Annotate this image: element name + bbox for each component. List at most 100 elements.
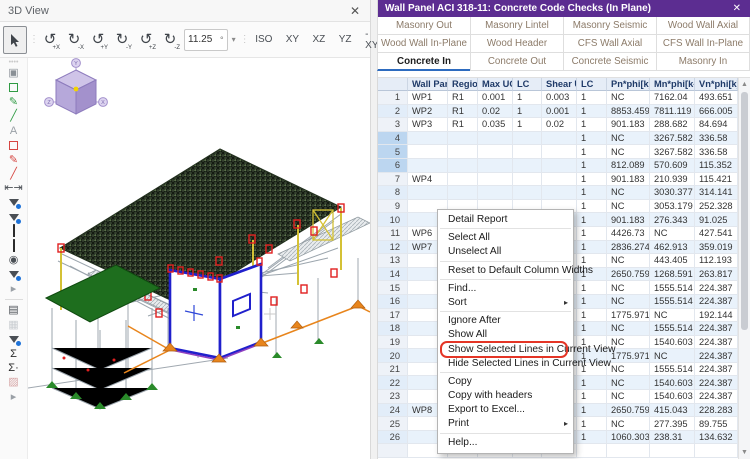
column-header[interactable]: Pn*phi[k] bbox=[607, 78, 650, 91]
menu-item-export-to-excel-[interactable]: Export to Excel... bbox=[438, 403, 573, 417]
rotate-plus-z-button[interactable]: ↺ +Z bbox=[134, 26, 158, 54]
rotate-plus-x-button[interactable]: ↺ +X bbox=[38, 26, 62, 54]
expand-more2-icon[interactable]: ▸ bbox=[3, 390, 25, 404]
edit-box-red-icon[interactable]: ✎ bbox=[3, 152, 25, 166]
dimension-icon[interactable]: ⇤⇥ bbox=[3, 181, 25, 195]
menu-item-copy[interactable]: Copy bbox=[438, 375, 573, 389]
menu-item-copy-with-headers[interactable]: Copy with headers bbox=[438, 389, 573, 403]
table-cell bbox=[607, 444, 650, 458]
3d-model-canvas[interactable]: Y X Z bbox=[28, 58, 370, 459]
table-cell: 115.352 bbox=[695, 159, 738, 173]
selection-criteria-gear-icon[interactable] bbox=[3, 196, 25, 210]
view-button-iso[interactable]: ISO bbox=[249, 26, 279, 54]
tab-masonry-out[interactable]: Masonry Out bbox=[377, 17, 471, 35]
menu-separator bbox=[440, 261, 571, 263]
table-row[interactable]: 51NC3267.582336.58 bbox=[378, 145, 750, 159]
rotate-minus-x-button[interactable]: ↻ -X bbox=[62, 26, 86, 54]
draw-member-green-icon[interactable]: ╱ bbox=[3, 109, 25, 123]
grid-disabled-icon[interactable]: ▦ bbox=[3, 318, 25, 332]
tab-wood-header[interactable]: Wood Header bbox=[470, 35, 564, 53]
column-header[interactable]: LC bbox=[513, 78, 542, 91]
table-row[interactable]: 2WP2R10.0210.00118853.4597811.119666.005 bbox=[378, 105, 750, 119]
view-button-xz[interactable]: XZ bbox=[306, 26, 332, 54]
view-button-yz[interactable]: YZ bbox=[332, 26, 358, 54]
spreadsheet-icon[interactable]: ▤ bbox=[3, 303, 25, 317]
table-cell: 1268.591 bbox=[650, 268, 695, 282]
menu-item-detail-report[interactable]: Detail Report bbox=[438, 213, 573, 227]
toolbar-grip: ⋮ bbox=[240, 35, 247, 44]
tab-concrete-seismic[interactable]: Concrete Seismic bbox=[563, 53, 657, 71]
table-row[interactable]: 1WP1R10.00110.0031NC7162.04493.651 bbox=[378, 91, 750, 105]
rotate-plus-y-button[interactable]: ↺ +Y bbox=[86, 26, 110, 54]
pointer-tool-button[interactable] bbox=[3, 26, 27, 54]
sum-badge-icon[interactable]: Σ· bbox=[3, 361, 25, 375]
column-header[interactable] bbox=[378, 78, 408, 91]
table-row[interactable]: 81NC3030.377314.141 bbox=[378, 186, 750, 200]
vertical-scrollbar[interactable]: ▲ ▼ bbox=[738, 78, 750, 459]
table-cell: 288.682 bbox=[650, 118, 695, 132]
tab-concrete-in[interactable]: Concrete In bbox=[377, 53, 471, 71]
scroll-up-icon[interactable]: ▲ bbox=[739, 79, 750, 90]
menu-item-select-all[interactable]: Select All bbox=[438, 231, 573, 245]
table-cell: 4426.73 bbox=[607, 227, 650, 241]
rotation-angle-input[interactable] bbox=[188, 34, 220, 45]
column-header[interactable]: Mn*phi[k-ft] bbox=[650, 78, 695, 91]
visibility-eye-icon[interactable]: ◉ bbox=[3, 253, 25, 267]
panel-frame-icon[interactable]: ▣ bbox=[3, 66, 25, 80]
results-filter-icon[interactable] bbox=[3, 332, 25, 346]
label-icon[interactable]: A bbox=[3, 124, 25, 138]
lock-icon[interactable] bbox=[3, 224, 25, 238]
tab-cfs-wall-axial[interactable]: CFS Wall Axial bbox=[563, 35, 657, 53]
view-cube-icon[interactable]: Y X Z bbox=[45, 59, 108, 114]
menu-item-find-[interactable]: Find... bbox=[438, 282, 573, 296]
view-button-xy[interactable]: XY bbox=[279, 26, 306, 54]
edit-plate-green-icon[interactable]: ✎ bbox=[3, 95, 25, 109]
menu-item-ignore-after[interactable]: Ignore After bbox=[438, 314, 573, 328]
table-cell: 1775.971 bbox=[607, 309, 650, 323]
selection-criteria-save-icon[interactable] bbox=[3, 210, 25, 224]
table-row[interactable]: 41NC3267.582336.58 bbox=[378, 132, 750, 146]
tab-masonry-seismic[interactable]: Masonry Seismic bbox=[563, 17, 657, 35]
column-header[interactable]: Region bbox=[448, 78, 478, 91]
sum-icon[interactable]: Σ bbox=[3, 346, 25, 360]
column-header[interactable]: Shear UC bbox=[542, 78, 577, 91]
column-header[interactable]: Wall Panel bbox=[408, 78, 448, 91]
tab-wood-wall-axial[interactable]: Wood Wall Axial bbox=[656, 17, 750, 35]
tab-masonry-lintel[interactable]: Masonry Lintel bbox=[470, 17, 564, 35]
menu-item-help-[interactable]: Help... bbox=[438, 436, 573, 450]
filter-view-icon[interactable] bbox=[3, 267, 25, 281]
scroll-down-icon[interactable]: ▼ bbox=[739, 447, 750, 458]
chart-disabled-icon[interactable]: ▨ bbox=[3, 375, 25, 389]
tab-wood-wall-in-plane[interactable]: Wood Wall In-Plane bbox=[377, 35, 471, 53]
column-header[interactable]: Vn*phi[k] bbox=[695, 78, 738, 91]
menu-item-reset-to-default-column-widths[interactable]: Reset to Default Column Widths bbox=[438, 264, 573, 278]
expand-more-icon[interactable]: ▸ bbox=[3, 282, 25, 296]
rotate-minus-z-button[interactable]: ↻ -Z bbox=[158, 26, 182, 54]
table-cell: 10 bbox=[378, 213, 408, 227]
menu-item-show-selected-lines-in-current-view[interactable]: Show Selected Lines in Current View bbox=[438, 343, 573, 357]
menu-item-show-all[interactable]: Show All bbox=[438, 328, 573, 342]
column-header[interactable]: Max UC bbox=[478, 78, 513, 91]
tab-concrete-out[interactable]: Concrete Out bbox=[470, 53, 564, 71]
menu-item-print[interactable]: Print▸ bbox=[438, 417, 573, 431]
draw-plate-green-icon[interactable] bbox=[3, 80, 25, 94]
rotation-angle-field[interactable]: ° bbox=[184, 29, 228, 51]
tab-masonry-in[interactable]: Masonry In bbox=[656, 53, 750, 71]
menu-item-sort[interactable]: Sort▸ bbox=[438, 296, 573, 310]
table-row[interactable]: 7WP41901.183210.939115.421 bbox=[378, 173, 750, 187]
box-red-icon[interactable] bbox=[3, 138, 25, 152]
table-row[interactable]: 61812.089570.609115.352 bbox=[378, 159, 750, 173]
table-cell: NC bbox=[607, 376, 650, 390]
column-header[interactable]: LC bbox=[577, 78, 607, 91]
close-icon[interactable]: ✕ bbox=[348, 4, 362, 18]
table-row[interactable]: 3WP3R10.03510.021901.183288.68284.694 bbox=[378, 118, 750, 132]
menu-item-hide-selected-lines-in-current-view[interactable]: Hide Selected Lines in Current View bbox=[438, 357, 573, 371]
delete-member-red-icon[interactable]: ╱ bbox=[3, 167, 25, 181]
close-icon[interactable]: ✕ bbox=[731, 3, 743, 14]
angle-dropdown-icon[interactable]: ▾ bbox=[230, 35, 238, 44]
scroll-thumb[interactable] bbox=[741, 92, 748, 330]
rotate-minus-y-button[interactable]: ↻ -Y bbox=[110, 26, 134, 54]
lock-visible-icon[interactable] bbox=[3, 239, 25, 253]
menu-item-unselect-all[interactable]: Unselect All bbox=[438, 245, 573, 259]
tab-cfs-wall-in-plane[interactable]: CFS Wall In-Plane bbox=[656, 35, 750, 53]
